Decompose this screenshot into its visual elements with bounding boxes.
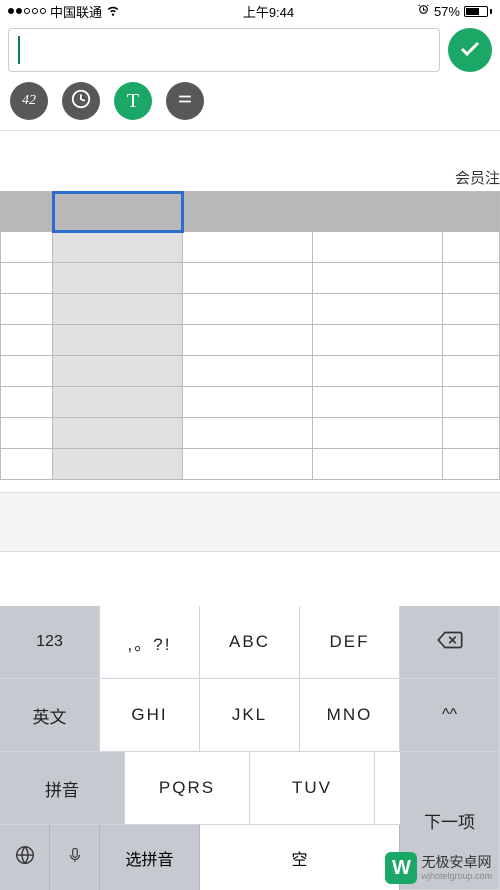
number-format-button[interactable]: 42	[10, 82, 48, 120]
keyboard-gap	[0, 492, 500, 552]
divider	[0, 130, 500, 131]
menu-icon	[175, 89, 195, 114]
watermark-url: wjhotelgroup.com	[421, 871, 492, 881]
carrier-label: 中国联通	[50, 2, 102, 21]
selected-cell[interactable]	[53, 192, 183, 232]
table-header-row[interactable]	[1, 192, 500, 232]
watermark: W 无极安卓网 wjhotelgroup.com	[385, 852, 492, 884]
table-row[interactable]	[1, 263, 500, 294]
table-row[interactable]	[1, 232, 500, 263]
key-ghi[interactable]: GHI	[100, 679, 200, 752]
key-space[interactable]: 空	[200, 825, 400, 890]
key-mic[interactable]	[50, 825, 100, 890]
status-bar: 中国联通 上午9:44 57%	[0, 0, 500, 22]
watermark-logo: W	[385, 852, 417, 884]
key-def[interactable]: DEF	[300, 606, 400, 679]
table-row[interactable]	[1, 294, 500, 325]
time-format-button[interactable]	[62, 82, 100, 120]
cell-input[interactable]	[8, 28, 440, 72]
table-row[interactable]	[1, 418, 500, 449]
table-row[interactable]	[1, 449, 500, 480]
key-tuv[interactable]: TUV	[250, 752, 375, 825]
key-abc[interactable]: ABC	[200, 606, 300, 679]
confirm-button[interactable]	[448, 28, 492, 72]
spreadsheet[interactable]: 会员注	[0, 191, 500, 480]
key-pqrs[interactable]: PQRS	[125, 752, 250, 825]
key-caret[interactable]: ^^	[400, 679, 500, 752]
check-icon	[458, 37, 482, 64]
key-mno[interactable]: MNO	[300, 679, 400, 752]
table-row[interactable]	[1, 356, 500, 387]
key-123[interactable]: 123	[0, 606, 100, 679]
mic-icon	[66, 844, 84, 871]
alarm-icon	[417, 3, 430, 19]
backspace-icon	[436, 630, 464, 655]
watermark-name: 无极安卓网	[421, 855, 492, 870]
wifi-icon	[106, 3, 120, 20]
clock-label: 上午9:44	[243, 2, 294, 21]
key-select-pinyin[interactable]: 选拼音	[100, 825, 200, 890]
table-row[interactable]	[1, 387, 500, 418]
text-format-button[interactable]: T	[114, 82, 152, 120]
battery-icon	[464, 6, 492, 17]
key-globe[interactable]	[0, 825, 50, 890]
signal-strength-icon	[8, 8, 46, 14]
key-english[interactable]: 英文	[0, 679, 100, 752]
clock-icon	[70, 88, 92, 115]
key-backspace[interactable]	[400, 606, 500, 679]
table-row[interactable]	[1, 325, 500, 356]
key-jkl[interactable]: JKL	[200, 679, 300, 752]
format-toolbar: 42 T	[0, 78, 500, 130]
more-menu-button[interactable]	[166, 82, 204, 120]
text-cursor	[18, 36, 20, 64]
keyboard: 123 ,。?! ABC DEF 英文 GHI JKL MNO ^^ 拼音 PQ…	[0, 606, 500, 890]
battery-percent: 57%	[434, 4, 460, 19]
key-pinyin[interactable]: 拼音	[0, 752, 125, 825]
globe-icon	[14, 844, 36, 871]
key-punct[interactable]: ,。?!	[100, 606, 200, 679]
sheet-title: 会员注	[455, 167, 500, 188]
